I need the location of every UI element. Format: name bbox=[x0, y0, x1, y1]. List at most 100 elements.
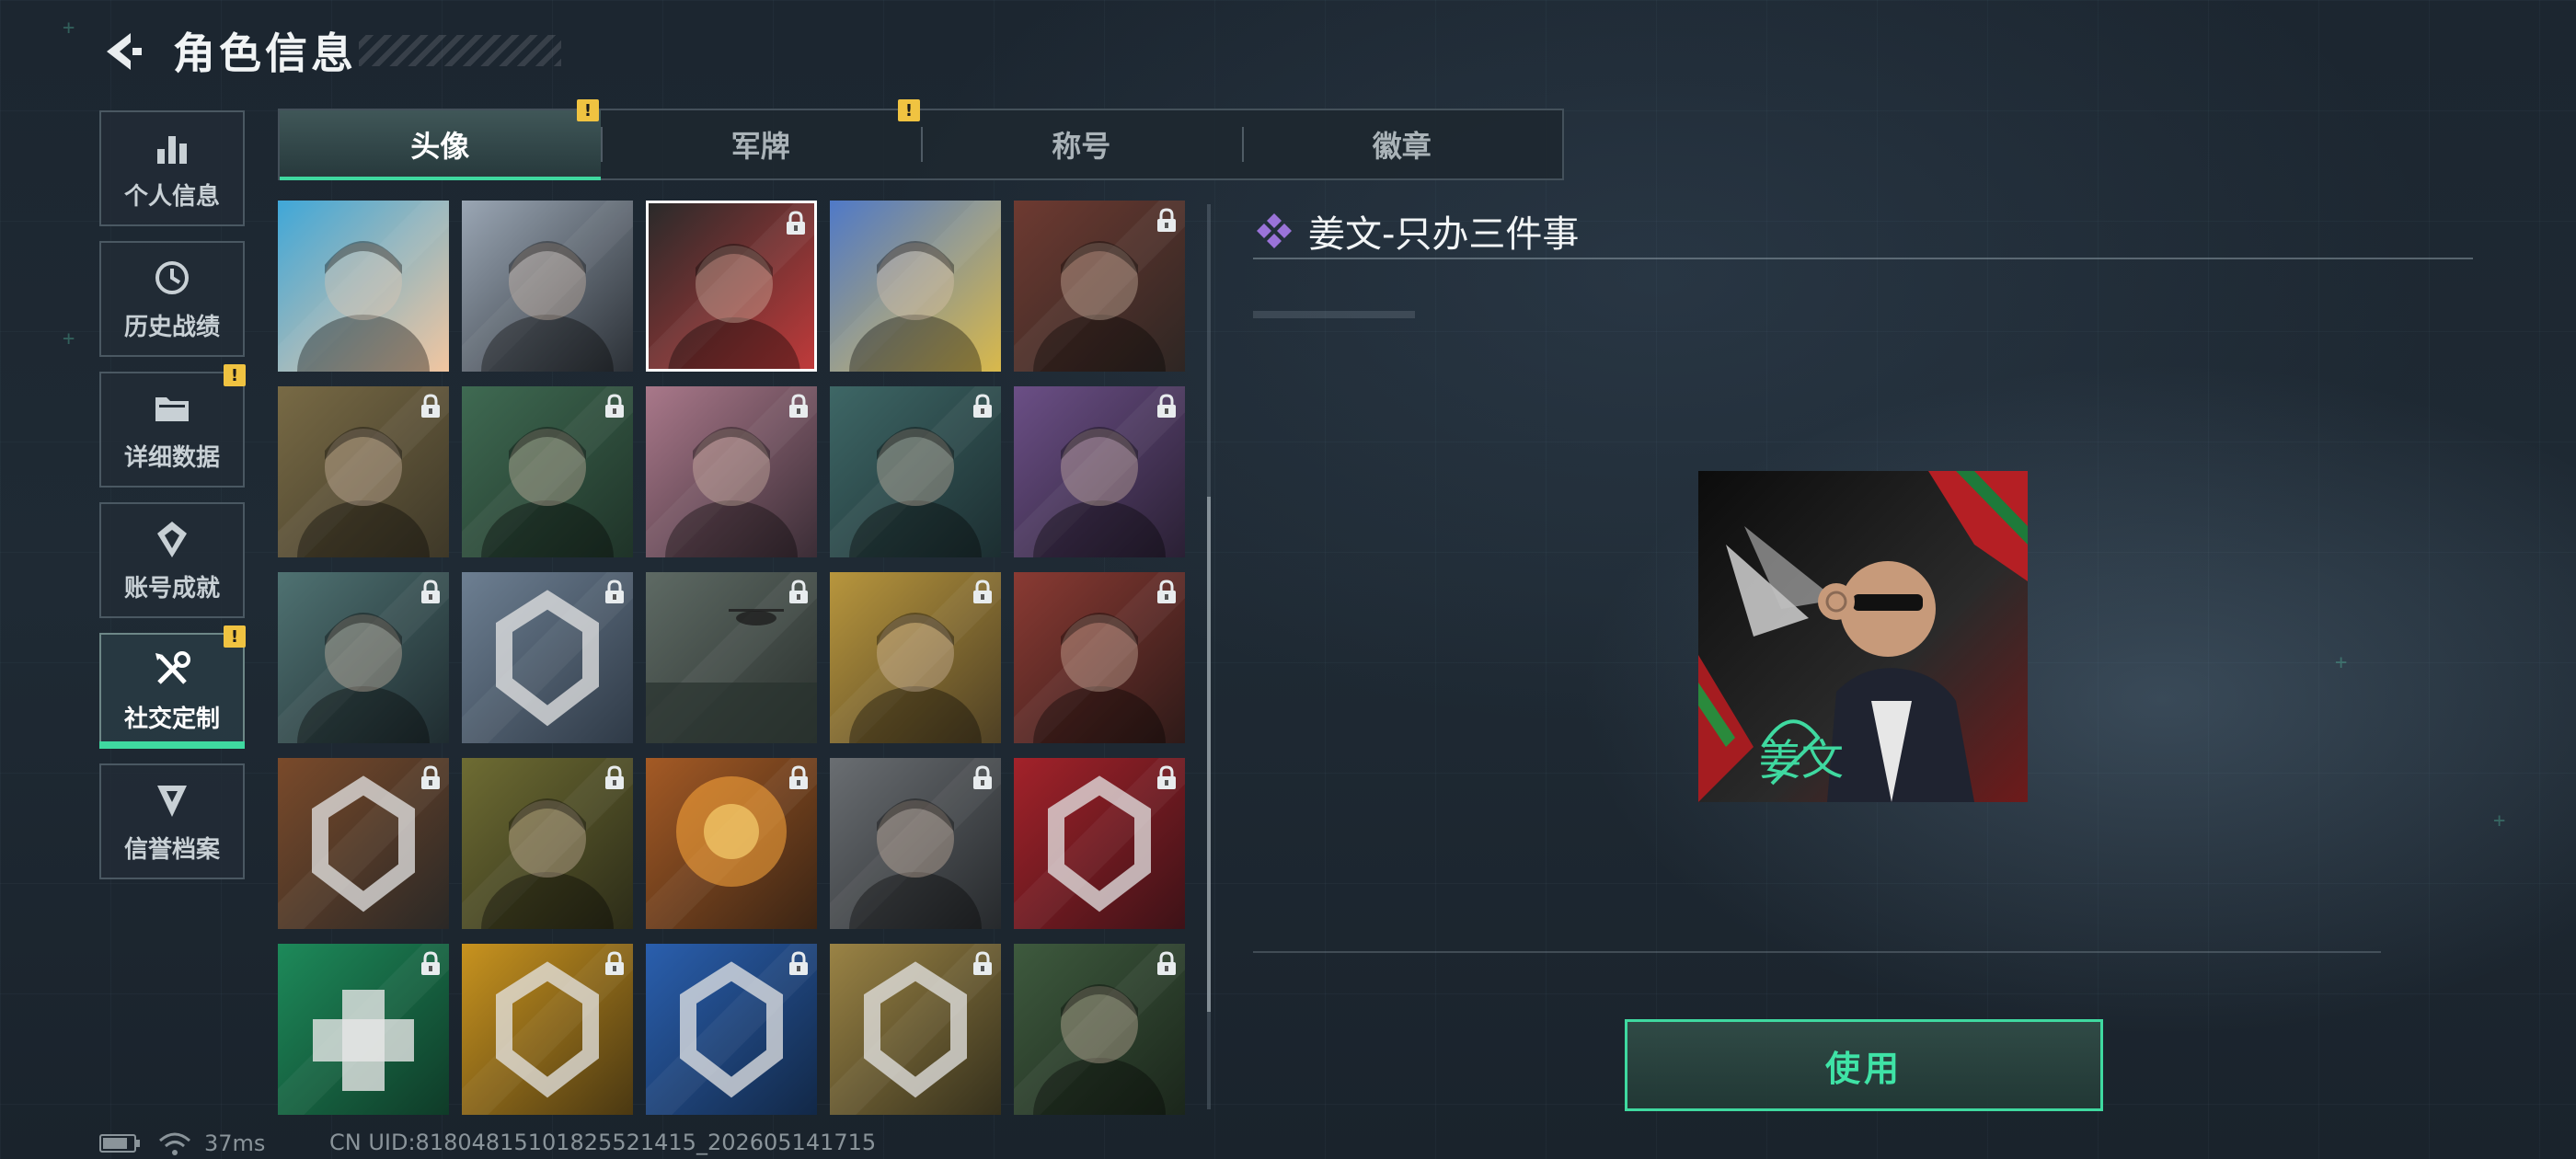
nav-item-2[interactable]: 详细数据 bbox=[99, 372, 245, 488]
clock-icon bbox=[151, 257, 193, 299]
avatar-explosion[interactable] bbox=[646, 758, 817, 929]
avatar-glasses-man[interactable] bbox=[462, 758, 633, 929]
signature-text: 姜文 bbox=[1759, 735, 1844, 785]
avatar-helmet-soldier[interactable] bbox=[278, 572, 449, 743]
nav-item-5[interactable]: 信誉档案 bbox=[99, 763, 245, 879]
grid-scrollbar-thumb[interactable] bbox=[1207, 497, 1211, 1012]
lock-icon bbox=[788, 580, 810, 605]
lock-icon bbox=[785, 211, 807, 236]
title-decor bbox=[359, 35, 561, 66]
crosshair-decor: + bbox=[2335, 651, 2348, 674]
nav-item-label: 信誉档案 bbox=[123, 835, 220, 864]
lock-icon bbox=[420, 580, 442, 605]
detail-bottom-divider bbox=[1253, 951, 2381, 953]
tab-label: 军牌 bbox=[730, 129, 790, 164]
lock-icon bbox=[788, 765, 810, 791]
uid-text: CN UID:8180481510182552​1415_20260514171… bbox=[329, 1130, 877, 1155]
tab-dogtag[interactable]: 军牌 bbox=[600, 110, 922, 178]
avatar-blue-hex-emblem[interactable] bbox=[646, 944, 817, 1115]
status-bar: 37ms bbox=[99, 1130, 265, 1157]
lock-icon bbox=[788, 394, 810, 419]
avatar-cap-soldier[interactable] bbox=[1014, 201, 1185, 372]
avatar-medic-plus[interactable] bbox=[278, 944, 449, 1115]
category-tabs: 头像 军牌 称号 徽章 bbox=[278, 109, 1564, 180]
nav-item-0[interactable]: 个人信息 bbox=[99, 110, 245, 226]
avatar-masked-soldier[interactable] bbox=[462, 201, 633, 372]
avatar-purple-woman[interactable] bbox=[1014, 386, 1185, 557]
lock-icon bbox=[604, 765, 626, 791]
crosshair-decor: + bbox=[63, 327, 75, 350]
tab-avatar-warning-badge: ! bbox=[577, 99, 599, 121]
lock-icon bbox=[788, 951, 810, 977]
page-title: 角色信息 bbox=[173, 29, 357, 78]
tab-dogtag-warning-badge: ! bbox=[898, 99, 920, 121]
crosshair-decor: + bbox=[2493, 809, 2506, 832]
avatar-bearded-operator[interactable] bbox=[278, 386, 449, 557]
nav-item-4[interactable]: 社交定制 bbox=[99, 633, 245, 749]
avatar-eri-emblem[interactable] bbox=[278, 758, 449, 929]
lock-icon bbox=[604, 394, 626, 419]
lock-icon bbox=[420, 765, 442, 791]
lock-icon bbox=[1156, 394, 1178, 419]
avatar-headset-operator[interactable] bbox=[462, 386, 633, 557]
avatar-anime-girl-wave[interactable] bbox=[278, 201, 449, 372]
active-nav-indicator bbox=[99, 741, 245, 749]
avatar-green-helmet-woman[interactable] bbox=[1014, 944, 1185, 1115]
tools-icon bbox=[151, 648, 193, 691]
lock-icon bbox=[972, 951, 994, 977]
achievement-icon bbox=[151, 518, 193, 560]
lock-icon bbox=[972, 765, 994, 791]
nav-item-label: 社交定制 bbox=[123, 705, 220, 733]
nav-item-label: 详细数据 bbox=[123, 443, 220, 472]
avatar-helicopter-field[interactable] bbox=[646, 572, 817, 743]
nav-warning-badge: ! bbox=[224, 625, 246, 648]
back-arrow-icon bbox=[107, 33, 142, 70]
back-button[interactable] bbox=[96, 26, 147, 77]
preview-portrait: 姜文 bbox=[1698, 471, 2028, 802]
avatar-white-hair-woman[interactable] bbox=[646, 386, 817, 557]
avatar-gunner[interactable] bbox=[830, 758, 1001, 929]
avatar-red-shield-emblem[interactable] bbox=[1014, 758, 1185, 929]
avatar-yellow-a-emblem[interactable] bbox=[462, 944, 633, 1115]
bar-chart-icon bbox=[151, 126, 193, 168]
nav-item-3[interactable]: 账号成就 bbox=[99, 502, 245, 618]
lock-icon bbox=[604, 951, 626, 977]
nav-warning-badge: ! bbox=[224, 364, 246, 386]
avatar-art bbox=[830, 201, 1001, 372]
crosshair-decor: + bbox=[63, 17, 75, 40]
lock-icon bbox=[972, 394, 994, 419]
tab-avatar[interactable]: 头像 bbox=[280, 110, 601, 180]
diamond-cluster-icon bbox=[1257, 213, 1292, 248]
nav-item-label: 历史战绩 bbox=[123, 313, 220, 341]
avatar-tribal-mask[interactable] bbox=[830, 201, 1001, 372]
battery-icon bbox=[99, 1134, 140, 1153]
tab-label: 称号 bbox=[1052, 129, 1111, 164]
latency-text: 37ms bbox=[204, 1130, 266, 1156]
use-button[interactable]: 使用 bbox=[1625, 1019, 2103, 1111]
nav-item-label: 账号成就 bbox=[123, 574, 220, 602]
avatar-star-emblem[interactable] bbox=[462, 572, 633, 743]
shield-icon bbox=[151, 779, 193, 821]
avatar-glasses-operator[interactable] bbox=[830, 386, 1001, 557]
tab-badge[interactable]: 徽章 bbox=[1241, 110, 1563, 178]
avatar-gold-diamond-emblem[interactable] bbox=[830, 944, 1001, 1115]
avatar-jiangwen[interactable] bbox=[646, 201, 817, 372]
use-button-label: 使用 bbox=[1824, 1048, 1903, 1089]
nav-item-1[interactable]: 历史战绩 bbox=[99, 241, 245, 357]
wifi-icon bbox=[159, 1132, 190, 1155]
lock-icon bbox=[420, 951, 442, 977]
detail-subtitle-placeholder bbox=[1253, 311, 1415, 318]
detail-title: 姜文-只办三件事 bbox=[1308, 213, 1580, 256]
avatar-goggle-mascot[interactable] bbox=[830, 572, 1001, 743]
detail-header: 姜文-只办三件事 bbox=[1255, 204, 1579, 258]
folder-icon bbox=[151, 387, 193, 430]
lock-icon bbox=[1156, 208, 1178, 234]
lock-icon bbox=[420, 394, 442, 419]
avatar-red-hair-woman[interactable] bbox=[1014, 572, 1185, 743]
tab-label: 徽章 bbox=[1372, 129, 1432, 164]
tab-title[interactable]: 称号 bbox=[921, 110, 1242, 178]
avatar-preview: 姜文 bbox=[1698, 471, 2028, 802]
avatar-art bbox=[278, 201, 449, 372]
lock-icon bbox=[1156, 580, 1178, 605]
tab-label: 头像 bbox=[410, 129, 470, 164]
